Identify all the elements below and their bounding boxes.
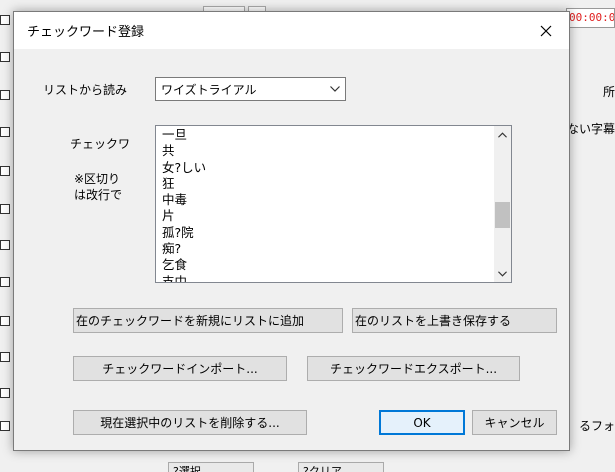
separator-note-line1: ※区切り	[74, 172, 121, 186]
list-item: 孤?院	[162, 224, 194, 240]
background-clear-button: ?クリア	[298, 462, 384, 472]
background-select-button: ?選択	[168, 462, 254, 472]
background-label: るフォ	[578, 419, 615, 433]
import-button[interactable]: チェックワードインポート...	[73, 356, 287, 381]
close-icon	[540, 25, 552, 36]
chevron-down-icon	[498, 270, 507, 277]
scroll-up-button[interactable]	[494, 126, 511, 143]
checkbox-icon	[0, 127, 10, 137]
title-bar[interactable]: チェックワード登録	[14, 12, 569, 49]
checkbox-icon	[0, 352, 10, 362]
delete-list-button[interactable]: 現在選択中のリストを削除する...	[73, 410, 307, 435]
chevron-down-icon	[325, 86, 345, 92]
list-select[interactable]: ワイズトライアル	[155, 77, 346, 101]
list-label: リストから読み	[43, 83, 128, 97]
background-time-field: 00:00:00	[566, 8, 615, 28]
ok-button[interactable]: OK	[379, 410, 465, 435]
cancel-button[interactable]: キャンセル	[472, 410, 557, 435]
list-item: 片	[162, 208, 175, 224]
list-item: 中毒	[162, 192, 188, 208]
export-button[interactable]: チェックワードエクスポート...	[307, 356, 520, 381]
background-label: ない字幕	[566, 122, 615, 136]
chevron-up-icon	[498, 131, 507, 138]
list-select-value: ワイズトライアル	[161, 82, 257, 97]
checkbox-icon	[0, 388, 10, 398]
checkword-label: チェックワ	[70, 137, 131, 151]
checkbox-icon	[0, 316, 10, 326]
checkbox-icon	[0, 240, 10, 250]
list-item: 痴?	[162, 241, 182, 257]
checkbox-icon	[0, 52, 10, 62]
checkbox-icon	[0, 166, 10, 176]
checkword-list: 一旦 共 女?しい 狂 中毒 片 孤?院 痴? 乞食 支中	[162, 127, 207, 283]
list-item: 女?しい	[162, 159, 207, 175]
list-item: 一旦	[162, 127, 188, 142]
checkbox-icon	[0, 90, 10, 100]
checkbox-icon	[0, 204, 10, 214]
close-button[interactable]	[523, 12, 569, 49]
dialog-title: チェックワード登録	[27, 25, 145, 40]
vertical-scrollbar[interactable]	[494, 126, 511, 282]
separator-note-line2: は改行で	[74, 188, 123, 202]
checkbox-icon	[0, 421, 10, 431]
checkword-textarea[interactable]: 一旦 共 女?しい 狂 中毒 片 孤?院 痴? 乞食 支中	[155, 125, 512, 283]
overwrite-list-button[interactable]: 在のリストを上書き保存する	[352, 308, 557, 333]
checkbox-icon	[0, 277, 10, 287]
save-as-new-list-button[interactable]: 在のチェックワードを新規にリストに追加	[73, 308, 343, 333]
checkbox-icon	[0, 15, 10, 25]
list-item: 共	[162, 143, 175, 159]
checkword-dialog: チェックワード登録 リストから読み ワイズトライアル チェックワ ※区切り は改…	[13, 11, 570, 451]
list-item: 支中	[162, 273, 188, 283]
scroll-down-button[interactable]	[494, 265, 511, 282]
list-item: 狂	[162, 175, 175, 191]
scrollbar-thumb[interactable]	[495, 202, 510, 228]
list-item: 乞食	[162, 257, 188, 273]
background-label: 所	[602, 85, 615, 99]
